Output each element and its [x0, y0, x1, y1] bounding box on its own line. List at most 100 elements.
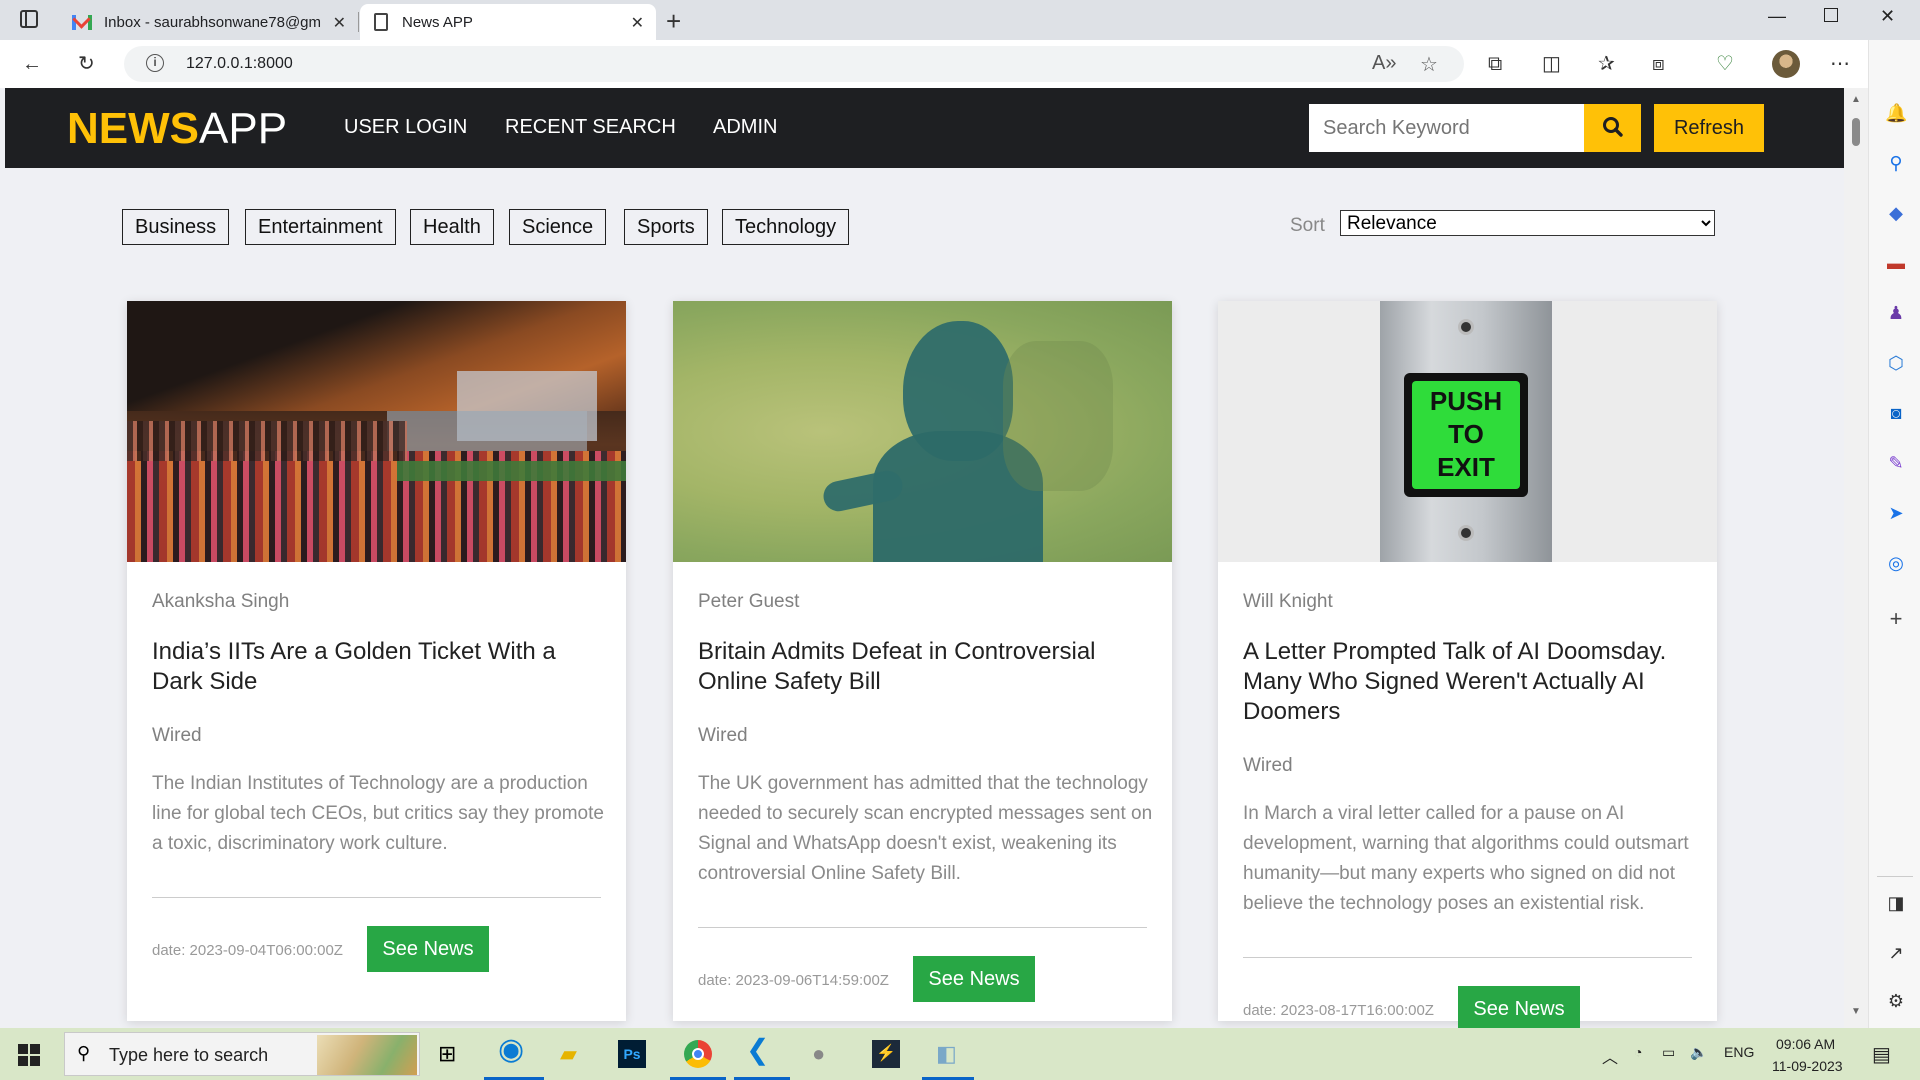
divider [152, 897, 601, 898]
browser-essentials-icon[interactable]: ♡ [1716, 52, 1734, 76]
more-menu-icon[interactable]: ⋯ [1830, 52, 1850, 76]
search-highlight-image [317, 1035, 417, 1075]
sort-select[interactable]: Relevance [1340, 210, 1715, 236]
avatar[interactable] [1772, 50, 1800, 78]
category-science[interactable]: Science [509, 209, 607, 245]
back-icon[interactable]: ← [22, 52, 42, 76]
scrollbar-thumb[interactable] [1852, 118, 1860, 146]
new-tab-icon[interactable]: + [666, 6, 681, 37]
add-sidebar-app-icon[interactable]: + [1885, 608, 1907, 630]
article-image [673, 301, 1172, 562]
article-image: PUSH TO EXIT [1218, 301, 1717, 562]
search-button[interactable] [1584, 104, 1641, 152]
category-entertainment[interactable]: Entertainment [245, 209, 396, 245]
scroll-down-icon[interactable]: ▼ [1851, 1006, 1861, 1017]
favorites-icon[interactable]: ✰ [1598, 52, 1615, 76]
close-window-icon[interactable]: ✕ [1880, 6, 1895, 27]
search-icon [1602, 116, 1623, 137]
tab-news-app[interactable]: News APP ✕ [360, 4, 656, 40]
gmail-icon [72, 14, 92, 30]
read-aloud-icon[interactable]: A» [1372, 52, 1396, 75]
collections-icon[interactable]: ⧈ [1652, 52, 1665, 76]
site-info-icon[interactable]: i [146, 54, 164, 72]
nav-recent-search[interactable]: RECENT SEARCH [505, 116, 676, 139]
category-business[interactable]: Business [122, 209, 230, 245]
see-news-button[interactable]: See News [367, 926, 489, 972]
page-scrollbar[interactable]: ▲ ▼ [1844, 88, 1868, 1028]
split-screen-icon[interactable]: ◫ [1542, 52, 1561, 76]
article-source: Wired [1243, 755, 1293, 776]
news-card: PUSH TO EXIT Will Knight A Letter Prompt… [1218, 301, 1717, 1028]
article-date: date: 2023-08-17T16:00:00Z [1243, 1002, 1434, 1019]
edge-taskbar-icon[interactable]: ◉ [498, 1035, 524, 1065]
article-date: date: 2023-09-04T06:00:00Z [152, 942, 343, 959]
taskbar-search[interactable]: ⚲ Type here to search [64, 1032, 420, 1076]
divider [698, 927, 1147, 928]
news-card: Akanksha Singh India’s IITs Are a Golden… [127, 301, 626, 1021]
see-news-button[interactable]: See News [913, 956, 1035, 1002]
category-sports[interactable]: Sports [624, 209, 708, 245]
vscode-icon[interactable]: ❮ [746, 1036, 769, 1064]
push-to-exit-button-image: PUSH TO EXIT [1412, 381, 1520, 489]
photoshop-icon[interactable]: Ps [618, 1040, 646, 1068]
task-view-icon[interactable]: ⊞ [438, 1040, 456, 1068]
notepad-icon[interactable]: ◧ [936, 1040, 957, 1068]
designer-icon[interactable]: ✎ [1885, 452, 1907, 474]
send-icon[interactable]: ➤ [1885, 502, 1907, 524]
nav-admin[interactable]: ADMIN [713, 116, 777, 139]
category-health[interactable]: Health [410, 209, 494, 245]
language-indicator[interactable]: ENG [1724, 1044, 1754, 1060]
article-title: Britain Admits Defeat in Controversial O… [698, 638, 1096, 695]
tab-actions-icon[interactable] [20, 10, 38, 28]
app-icon[interactable]: ⚡ [872, 1040, 900, 1068]
address-bar[interactable]: i 127.0.0.1:8000 A» ☆ [124, 46, 1464, 82]
add-favorite-icon[interactable]: ☆ [1420, 52, 1438, 77]
refresh-icon[interactable]: ↻ [78, 52, 95, 76]
clock-date[interactable]: 11-09-2023 [1772, 1058, 1843, 1074]
tag-icon[interactable]: ◆ [1885, 202, 1907, 224]
outlook-icon[interactable]: ◙ [1885, 402, 1907, 424]
article-source: Wired [698, 725, 748, 746]
show-hidden-icons[interactable]: ︿ [1602, 1044, 1618, 1068]
close-tab-icon[interactable]: ✕ [333, 13, 346, 33]
category-technology[interactable]: Technology [722, 209, 850, 245]
edge-drop-icon[interactable]: ◎ [1885, 552, 1907, 574]
settings-gear-icon[interactable]: ⚙ [1885, 990, 1907, 1012]
volume-icon[interactable]: 🔈 [1690, 1044, 1707, 1061]
briefcase-icon[interactable]: ▬ [1885, 252, 1907, 274]
article-title: A Letter Prompted Talk of AI Doomsday. M… [1243, 638, 1667, 725]
tab-title: Inbox - saurabhsonwane78@gm [104, 13, 322, 31]
tab-gmail-inbox[interactable]: Inbox - saurabhsonwane78@gm ✕ [62, 4, 358, 40]
search-input[interactable] [1309, 104, 1584, 152]
notification-center-icon[interactable]: ▤ [1872, 1042, 1891, 1067]
open-external-icon[interactable]: ↗ [1885, 942, 1907, 964]
chrome-icon[interactable] [684, 1040, 712, 1068]
see-news-button[interactable]: See News [1458, 986, 1580, 1028]
app-logo[interactable]: NEWSAPP [67, 104, 287, 154]
battery-icon[interactable]: ▭ [1662, 1044, 1675, 1061]
article-title: India’s IITs Are a Golden Ticket With a … [152, 638, 556, 695]
refresh-button[interactable]: Refresh [1654, 104, 1764, 152]
article-description: The UK government has admitted that the … [698, 773, 1153, 884]
app-navbar: NEWSAPP USER LOGIN RECENT SEARCH ADMIN R… [5, 88, 1844, 168]
scroll-up-icon[interactable]: ▲ [1851, 94, 1861, 105]
minimize-icon[interactable]: — [1768, 6, 1786, 27]
clock-time[interactable]: 09:06 AM [1776, 1036, 1835, 1052]
copilot-icon[interactable]: ⬡ [1885, 352, 1907, 374]
extensions-icon[interactable]: ⧉ [1488, 52, 1502, 76]
url-text[interactable]: 127.0.0.1:8000 [186, 55, 293, 73]
notifications-icon[interactable]: 🔔 [1885, 102, 1907, 124]
windows-start-icon[interactable] [18, 1044, 40, 1066]
tab-title: News APP [402, 13, 473, 31]
search-icon[interactable]: ⚲ [1885, 152, 1907, 174]
apple-icon[interactable]: ● [812, 1040, 825, 1068]
article-description: The Indian Institutes of Technology are … [152, 773, 604, 854]
browser-tab-strip: Inbox - saurabhsonwane78@gm ✕ News APP ✕… [0, 0, 1920, 40]
games-icon[interactable]: ♟ [1885, 302, 1907, 324]
close-tab-icon[interactable]: ✕ [631, 13, 644, 33]
nav-user-login[interactable]: USER LOGIN [344, 116, 467, 139]
restore-icon[interactable] [1824, 8, 1838, 22]
file-explorer-icon[interactable]: ▰ [560, 1040, 577, 1068]
network-icon[interactable]: ◔ [1634, 1044, 1642, 1060]
hide-sidebar-icon[interactable]: ◨ [1885, 892, 1907, 914]
